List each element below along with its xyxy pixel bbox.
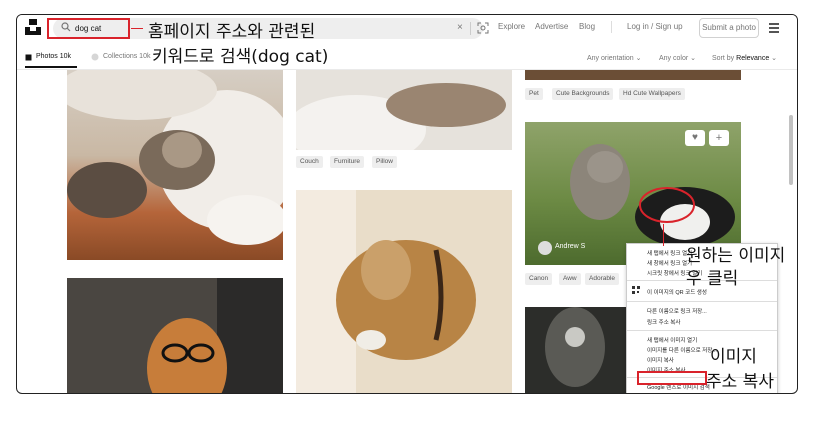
photo-dog-ball-art bbox=[296, 190, 476, 393]
unsplash-logo[interactable] bbox=[25, 19, 41, 35]
menu-icon[interactable] bbox=[769, 23, 779, 35]
like-button[interactable]: ♥ bbox=[685, 130, 705, 146]
submit-photo-button[interactable]: Submit a photo bbox=[699, 18, 759, 38]
right-click-annotation-line bbox=[663, 224, 664, 246]
menu-item-save-link-as[interactable]: 다른 이름으로 링크 저장... bbox=[647, 307, 707, 315]
photo-dog-glasses-art bbox=[67, 278, 283, 393]
tag-furniture[interactable]: Furniture bbox=[330, 156, 365, 168]
nav-divider bbox=[611, 21, 612, 33]
add-to-collection-button[interactable]: + bbox=[709, 130, 729, 146]
tab-collections[interactable]: Collections 10k bbox=[103, 53, 150, 60]
photo-credit[interactable]: Andrew S bbox=[555, 243, 585, 250]
scrollbar-thumb[interactable] bbox=[789, 115, 793, 185]
photo-cat-pillow[interactable] bbox=[296, 70, 512, 150]
photo-icon bbox=[25, 54, 32, 61]
login-signup-link[interactable]: Log in / Sign up bbox=[627, 22, 683, 31]
tab-photos[interactable]: Photos 10k bbox=[36, 53, 71, 60]
search-annotation-line bbox=[131, 28, 143, 29]
search-highlight-box bbox=[47, 18, 130, 39]
tag-aww[interactable]: Aww bbox=[559, 273, 581, 285]
tag-pet[interactable]: Pet bbox=[525, 88, 543, 100]
search-annotation-line1: 홈페이지 주소와 관련된 bbox=[148, 22, 316, 42]
right-click-annotation-line1: 원하는 이미지 bbox=[686, 246, 786, 266]
photo-dog-glasses[interactable] bbox=[67, 278, 283, 393]
qr-code-icon bbox=[632, 286, 640, 294]
menu-item-copy-link-address[interactable]: 링크 주소 복사 bbox=[647, 318, 680, 326]
photo-dog-cat-floor[interactable] bbox=[67, 70, 283, 260]
right-click-annotation-line2: 우 클릭 bbox=[686, 269, 739, 289]
photo-cat-pillow-art bbox=[296, 83, 506, 150]
results-tabs-bar: Photos 10k Collections 10k Any orientati… bbox=[17, 49, 797, 69]
nav-explore[interactable]: Explore bbox=[498, 22, 525, 31]
tag-cute-backgrounds[interactable]: Cute Backgrounds bbox=[552, 88, 614, 100]
photo-top-partial[interactable] bbox=[525, 70, 741, 80]
clear-search-icon[interactable]: × bbox=[457, 22, 463, 33]
photo-dog-ball[interactable] bbox=[296, 190, 512, 393]
tag-pillow[interactable]: Pillow bbox=[372, 156, 397, 168]
menu-divider bbox=[627, 301, 777, 302]
sort-filter[interactable]: Sort by Relevance ⌄ bbox=[712, 54, 777, 62]
collections-icon bbox=[91, 53, 99, 61]
tag-canon[interactable]: Canon bbox=[525, 273, 553, 285]
menu-item-copy-image[interactable]: 이미지 복사 bbox=[647, 356, 674, 364]
photo-dog-cat-floor-art bbox=[67, 70, 283, 245]
menu-item-save-image-as[interactable]: 이미지를 다른 이름으로 저장... bbox=[647, 346, 717, 354]
active-tab-indicator bbox=[25, 66, 77, 68]
search-annotation-line2: 키워드로 검색(dog cat) bbox=[152, 47, 329, 67]
search-divider bbox=[470, 22, 471, 35]
orientation-filter[interactable]: Any orientation ⌄ bbox=[587, 54, 642, 62]
visual-search-icon[interactable] bbox=[477, 22, 489, 34]
color-filter[interactable]: Any color ⌄ bbox=[659, 54, 696, 62]
nav-advertise[interactable]: Advertise bbox=[535, 22, 568, 31]
nav-blog[interactable]: Blog bbox=[579, 22, 595, 31]
copy-address-annotation-line2: 주소 복사 bbox=[706, 372, 774, 392]
menu-item-open-image-new-tab[interactable]: 새 탭에서 이미지 열기 bbox=[647, 336, 697, 344]
copy-image-address-highlight-box bbox=[637, 371, 707, 385]
menu-item-qr-code[interactable]: 이 이미지의 QR 코드 생성 bbox=[647, 288, 707, 296]
tag-adorable[interactable]: Adorable bbox=[585, 273, 620, 285]
browser-frame: × Explore Advertise Blog Log in / Sign u… bbox=[16, 14, 798, 394]
right-click-target-circle bbox=[639, 187, 695, 223]
copy-address-annotation-line1: 이미지 bbox=[710, 347, 757, 367]
tag-hd-cute-wallpapers[interactable]: Hd Cute Wallpapers bbox=[619, 88, 685, 100]
menu-divider bbox=[627, 330, 777, 331]
tag-couch[interactable]: Couch bbox=[296, 156, 323, 168]
